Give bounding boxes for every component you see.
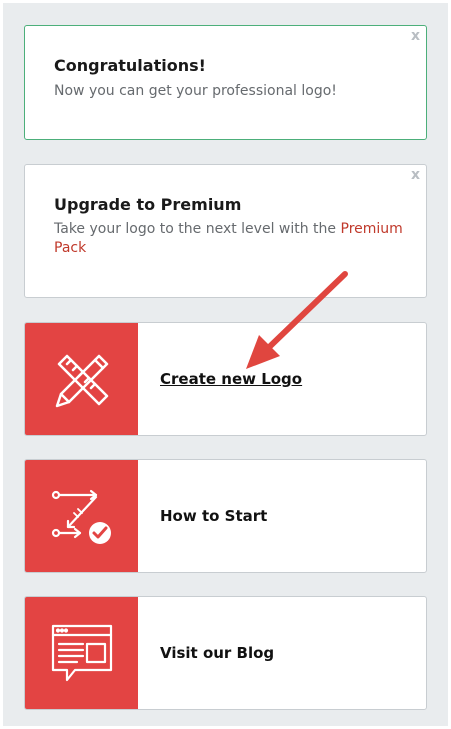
- upgrade-notice: x Upgrade to Premium Take your logo to t…: [24, 164, 427, 298]
- upgrade-text-body: Take your logo to the next level with th…: [54, 221, 341, 237]
- blog-browser-icon: [51, 624, 112, 682]
- how-to-start-tile: [25, 460, 138, 572]
- visit-blog-label: Visit our Blog: [160, 644, 275, 662]
- steps-checkmark-icon: [51, 489, 111, 544]
- create-new-logo-label: Create new Logo: [160, 370, 303, 388]
- upgrade-text: Take your logo to the next level with th…: [54, 220, 406, 258]
- congrats-close-button[interactable]: x: [411, 29, 420, 43]
- create-logo-tile: [25, 323, 138, 435]
- how-to-start-button[interactable]: How to Start: [24, 459, 427, 573]
- upgrade-close-button[interactable]: x: [411, 168, 420, 182]
- congrats-text: Now you can get your professional logo!: [54, 83, 337, 99]
- congrats-title: Congratulations!: [54, 56, 206, 75]
- upgrade-title: Upgrade to Premium: [54, 195, 242, 214]
- pencil-ruler-icon: [55, 354, 108, 408]
- visit-blog-button[interactable]: Visit our Blog: [24, 596, 427, 710]
- congrats-notice: x Congratulations! Now you can get your …: [24, 25, 427, 140]
- create-new-logo-button[interactable]: Create new Logo: [24, 322, 427, 436]
- how-to-start-label: How to Start: [160, 507, 268, 525]
- visit-blog-tile: [25, 597, 138, 709]
